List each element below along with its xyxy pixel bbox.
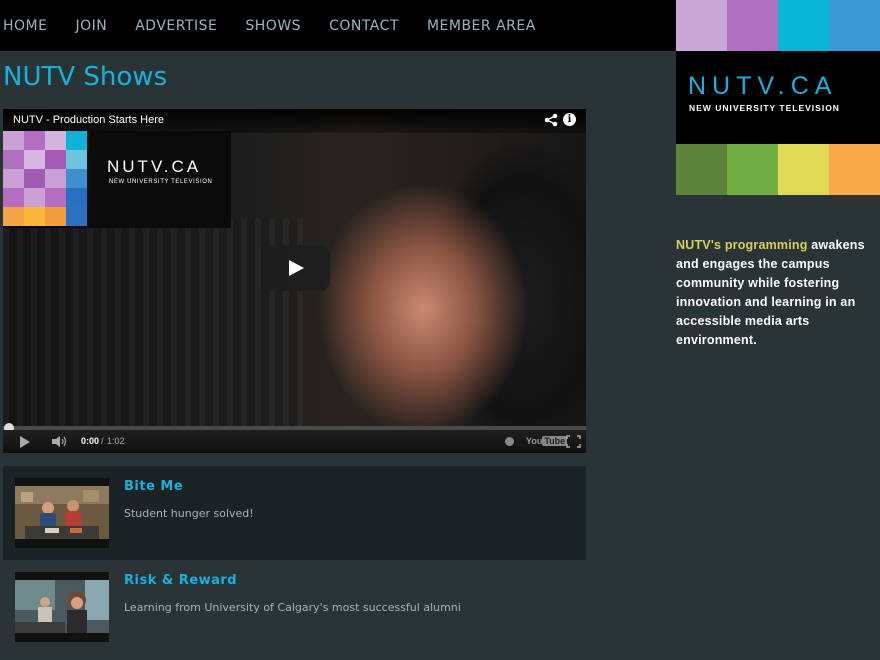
overlay-tagline: NEW UNIVERSITY TELEVISION	[109, 179, 213, 185]
grid-cell	[24, 207, 45, 226]
color-grid-graphic	[3, 131, 87, 226]
volume-icon[interactable]	[51, 435, 69, 448]
grid-cell	[24, 150, 45, 169]
show-description: Student hunger solved!	[124, 507, 254, 520]
grid-cell	[66, 131, 87, 150]
show-thumbnail[interactable]	[15, 478, 109, 548]
info-icon[interactable]: i	[563, 113, 576, 126]
color-block	[778, 0, 829, 51]
color-block	[829, 0, 880, 51]
grid-cell	[24, 169, 45, 188]
top-navigation: HOME JOIN ADVERTISE SHOWS CONTACT MEMBER…	[0, 0, 676, 51]
page-title: NUTV Shows	[3, 62, 168, 92]
grid-cell	[45, 150, 66, 169]
grid-cell	[45, 131, 66, 150]
time-separator: /	[101, 436, 104, 446]
play-button[interactable]	[262, 245, 330, 291]
player-controls: 0:00 / 1:02 You Tube	[3, 430, 586, 453]
nav-item-shows[interactable]: SHOWS	[245, 18, 301, 34]
show-thumbnail-image	[15, 486, 109, 539]
show-title[interactable]: Risk & Reward	[124, 573, 237, 588]
logo-text: NUTV.CA	[688, 72, 838, 100]
sidebar-color-bar-bottom	[676, 144, 880, 195]
grid-cell	[66, 169, 87, 188]
show-description: Learning from University of Calgary's mo…	[124, 601, 461, 614]
video-curtain-background	[3, 219, 303, 427]
grid-cell	[3, 131, 24, 150]
grid-cell	[45, 169, 66, 188]
grid-cell	[24, 131, 45, 150]
overlay-brand-text: NUTV.CA	[107, 157, 202, 176]
player-title-bar: NUTV - Production Starts Here i	[3, 109, 586, 133]
current-time: 0:00	[81, 436, 100, 446]
grid-cell	[45, 188, 66, 207]
fullscreen-icon[interactable]	[566, 435, 581, 448]
nav-item-contact[interactable]: CONTACT	[329, 18, 399, 34]
play-small-icon[interactable]	[20, 436, 30, 448]
video-title[interactable]: NUTV - Production Starts Here	[13, 114, 164, 126]
nav-item-member-area[interactable]: MEMBER AREA	[427, 18, 536, 34]
grid-cell	[3, 188, 24, 207]
description-text: awakens and engages the campus community…	[676, 238, 865, 347]
show-item-bite-me[interactable]: Bite Me Student hunger solved!	[3, 466, 586, 560]
sidebar-color-bar-top	[676, 0, 880, 51]
color-block	[778, 144, 829, 195]
grid-cell	[3, 150, 24, 169]
total-duration: 1:02	[107, 436, 125, 446]
grid-cell	[3, 207, 24, 226]
color-block	[676, 0, 727, 51]
nav-list: HOME JOIN ADVERTISE SHOWS CONTACT MEMBER…	[0, 0, 676, 51]
color-block	[676, 144, 727, 195]
show-title[interactable]: Bite Me	[124, 479, 183, 494]
nav-item-advertise[interactable]: ADVERTISE	[135, 18, 217, 34]
video-overlay-logo: NUTV.CA NEW UNIVERSITY TELEVISION	[3, 131, 231, 228]
grid-cell	[24, 188, 45, 207]
nav-item-home[interactable]: HOME	[3, 18, 47, 34]
color-block	[727, 0, 778, 51]
nav-item-join[interactable]: JOIN	[75, 18, 107, 34]
sidebar-description: NUTV's programming awakens and engages t…	[676, 236, 876, 350]
show-thumbnail-image	[15, 580, 109, 633]
logo-subtitle: NEW UNIVERSITY TELEVISION	[689, 103, 840, 113]
show-thumbnail[interactable]	[15, 572, 109, 642]
grid-cell	[66, 188, 87, 207]
sidebar-logo[interactable]: NUTV.CA NEW UNIVERSITY TELEVISION	[676, 51, 880, 144]
grid-cell	[3, 169, 24, 188]
grid-cell	[66, 150, 87, 169]
settings-icon[interactable]	[505, 437, 514, 446]
grid-cell	[45, 207, 66, 226]
youtube-logo[interactable]: You Tube	[526, 436, 568, 446]
video-player[interactable]: NUTV - Production Starts Here i NUTV.CA …	[3, 109, 586, 453]
youtube-logo-tube: Tube	[542, 436, 568, 446]
show-item-risk-reward[interactable]: Risk & Reward Learning from University o…	[3, 560, 586, 654]
share-icon[interactable]	[544, 113, 558, 127]
youtube-logo-you: You	[526, 436, 543, 446]
color-block	[829, 144, 880, 195]
grid-cell	[66, 207, 87, 226]
description-highlight: NUTV's programming	[676, 238, 808, 252]
color-block	[727, 144, 778, 195]
